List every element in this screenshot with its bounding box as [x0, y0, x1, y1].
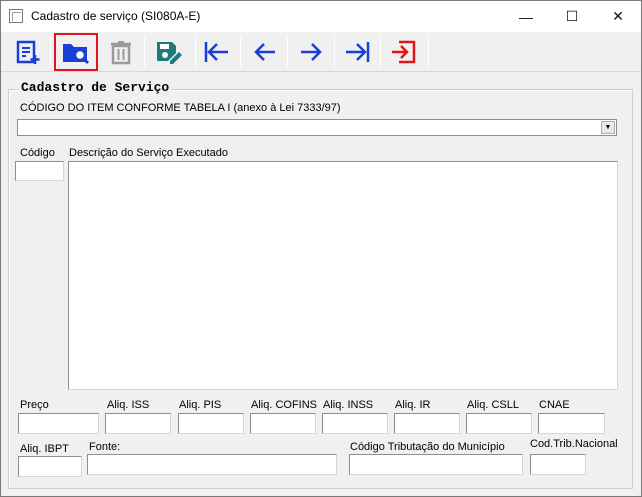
item-code-label: CÓDIGO DO ITEM CONFORME TABELA I (anexo …	[20, 102, 341, 114]
aliq-inss-field[interactable]	[322, 413, 388, 434]
first-arrow-icon	[204, 42, 228, 62]
preco-field[interactable]	[18, 413, 99, 434]
aliq-inss-label: Aliq. INSS	[323, 399, 374, 411]
aliq-ir-label: Aliq. IR	[395, 399, 431, 411]
fonte-label: Fonte:	[89, 441, 121, 453]
preco-label: Preço	[20, 399, 49, 411]
next-record-button[interactable]	[292, 35, 330, 69]
descricao-textarea[interactable]	[68, 161, 618, 390]
aliq-pis-field[interactable]	[178, 413, 244, 434]
first-record-button[interactable]	[198, 35, 236, 69]
minimize-button[interactable]: —	[503, 1, 549, 32]
aliq-ibpt-field[interactable]	[18, 456, 82, 477]
cod-trib-nacional-label: Cod.Trib.Nacional	[530, 438, 618, 450]
previous-record-button[interactable]	[246, 35, 284, 69]
fonte-field[interactable]	[87, 454, 337, 475]
aliq-pis-label: Aliq. PIS	[179, 399, 222, 411]
group-title: Cadastro de Serviço	[19, 80, 172, 95]
window-title: Cadastro de serviço (SI080A-E)	[31, 9, 201, 23]
save-button[interactable]	[149, 35, 187, 69]
exit-door-icon	[392, 40, 416, 64]
last-arrow-icon	[346, 42, 370, 62]
chevron-down-icon[interactable]: ▼	[601, 121, 615, 134]
toolbar	[1, 32, 641, 72]
exit-button[interactable]	[385, 35, 423, 69]
folder-search-icon	[63, 44, 90, 65]
codigo-field[interactable]	[15, 161, 64, 181]
aliq-cofins-field[interactable]	[250, 413, 316, 434]
title-bar: Cadastro de serviço (SI080A-E) — ☐ ✕	[1, 1, 641, 32]
cod-trib-municipio-label: Código Tributação do Município	[350, 441, 505, 453]
search-button[interactable]	[54, 33, 98, 71]
delete-button[interactable]	[102, 35, 140, 69]
aliq-csll-field[interactable]	[466, 413, 532, 434]
codigo-label: Código	[20, 147, 55, 159]
trash-icon	[111, 41, 131, 65]
cod-trib-nacional-field[interactable]	[530, 454, 586, 475]
aliq-csll-label: Aliq. CSLL	[467, 399, 519, 411]
new-document-icon	[16, 40, 40, 64]
descricao-label: Descrição do Serviço Executado	[69, 147, 228, 159]
aliq-iss-label: Aliq. ISS	[107, 399, 150, 411]
cnae-label: CNAE	[539, 399, 570, 411]
cod-trib-municipio-field[interactable]	[349, 454, 523, 475]
cnae-field[interactable]	[538, 413, 605, 434]
save-edit-icon	[157, 42, 182, 64]
app-window-icon	[9, 9, 23, 23]
aliq-ir-field[interactable]	[394, 413, 460, 434]
last-record-button[interactable]	[338, 35, 376, 69]
arrow-right-icon	[301, 43, 322, 61]
aliq-cofins-label: Aliq. COFINS	[251, 399, 318, 411]
item-code-select[interactable]: ▼	[17, 119, 617, 136]
new-record-button[interactable]	[9, 35, 47, 69]
close-button[interactable]: ✕	[595, 1, 641, 32]
maximize-button[interactable]: ☐	[549, 1, 595, 32]
arrow-left-icon	[254, 43, 275, 61]
aliq-iss-field[interactable]	[105, 413, 171, 434]
aliq-ibpt-label: Aliq. IBPT	[20, 443, 69, 455]
app-window: Cadastro de serviço (SI080A-E) — ☐ ✕ Cad…	[0, 0, 642, 497]
